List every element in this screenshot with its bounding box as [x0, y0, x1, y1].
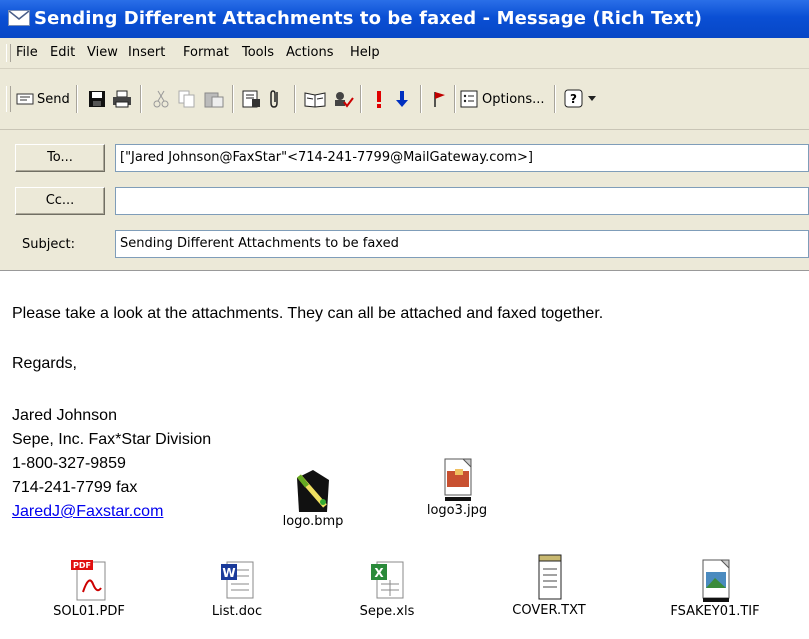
toolbar-separator	[232, 85, 234, 113]
text-icon	[538, 554, 562, 600]
exclamation-icon	[377, 91, 381, 108]
importance-high-button[interactable]	[375, 87, 383, 111]
scissors-icon	[153, 90, 169, 108]
excel-icon: X	[371, 561, 404, 599]
print-icon	[113, 90, 131, 108]
attachment-logo-bmp[interactable]: logo.bmp	[268, 468, 358, 529]
toolbar-separator	[294, 85, 296, 113]
word-icon: W	[221, 561, 254, 599]
signature-fax: 714-241-7799 fax	[12, 479, 138, 496]
copy-button[interactable]	[178, 87, 196, 111]
toolbar-separator	[76, 85, 78, 113]
menu-actions[interactable]: Actions	[286, 45, 334, 60]
open-book-icon	[304, 92, 326, 108]
attachment-fsakey01-tif[interactable]: FSAKEY01.TIF	[660, 558, 770, 619]
check-names-icon	[335, 92, 354, 108]
menu-edit[interactable]: Edit	[50, 45, 75, 60]
pdf-icon: PDF	[71, 560, 106, 601]
flag-icon	[434, 92, 445, 107]
toolbar-separator	[360, 85, 362, 113]
signature-email-link[interactable]: JaredJ@Faxstar.com	[12, 503, 163, 521]
to-field[interactable]: ["Jared Johnson@FaxStar"<714-241-7799@Ma…	[115, 144, 809, 172]
send-label: Send	[37, 91, 70, 107]
svg-text:W: W	[222, 566, 235, 580]
help-icon: ?	[564, 89, 583, 108]
address-book-button[interactable]	[242, 87, 262, 111]
save-button[interactable]	[88, 87, 106, 111]
attachment-name: logo3.jpg	[426, 503, 488, 518]
attachment-name: List.doc	[211, 604, 263, 619]
options-icon	[460, 90, 478, 108]
toolbar-separator	[554, 85, 556, 113]
menu-grip	[6, 44, 11, 62]
attachment-name: COVER.TXT	[512, 603, 586, 618]
envelope-icon	[8, 10, 30, 26]
menu-tools[interactable]: Tools	[242, 45, 274, 60]
paint-icon	[297, 470, 329, 512]
svg-text:X: X	[374, 566, 384, 580]
subject-label: Subject:	[22, 237, 75, 252]
down-arrow-icon	[396, 91, 408, 107]
paste-icon	[204, 92, 224, 108]
help-button[interactable]: ?	[564, 87, 596, 111]
svg-text:?: ?	[570, 92, 577, 106]
toolbar: Send Options... ?	[0, 69, 809, 130]
menu-format[interactable]: Format	[183, 45, 229, 60]
signature-phone: 1-800-327-9859	[12, 455, 126, 472]
attachment-logo3-jpg[interactable]: logo3.jpg	[412, 457, 502, 518]
title-bar: Sending Different Attachments to be faxe…	[0, 0, 809, 38]
attachment-sepe-xls[interactable]: X Sepe.xls	[342, 558, 432, 619]
toolbar-separator	[454, 85, 456, 113]
options-button[interactable]: Options...	[460, 87, 545, 111]
address-book-icon	[242, 90, 260, 108]
check-names-button[interactable]	[332, 87, 354, 111]
menu-bar: File Edit View Insert Format Tools Actio…	[0, 38, 809, 69]
toolbar-separator	[420, 85, 422, 113]
attachment-sol01-pdf[interactable]: PDF SOL01.PDF	[44, 558, 134, 619]
attach-button[interactable]	[268, 87, 282, 111]
attachment-name: SOL01.PDF	[53, 604, 125, 619]
cc-button[interactable]: Cc...	[15, 187, 105, 215]
signature-name: Jared Johnson	[12, 407, 117, 424]
paperclip-icon	[270, 90, 278, 108]
check-names-book-button[interactable]	[304, 87, 326, 111]
attachment-list-doc[interactable]: W List.doc	[192, 558, 282, 619]
menu-view[interactable]: View	[87, 45, 118, 60]
options-label: Options...	[482, 91, 545, 107]
signature-company: Sepe, Inc. Fax*Star Division	[12, 431, 212, 448]
image-icon	[444, 458, 472, 501]
cut-button[interactable]	[152, 87, 170, 111]
svg-text:PDF: PDF	[73, 561, 91, 570]
attachment-name: FSAKEY01.TIF	[670, 604, 760, 619]
toolbar-grip	[6, 86, 11, 112]
menu-help[interactable]: Help	[350, 45, 380, 60]
save-icon	[89, 91, 105, 107]
subject-field[interactable]: Sending Different Attachments to be faxe…	[115, 230, 809, 258]
tif-icon	[702, 559, 730, 602]
attachment-cover-txt[interactable]: COVER.TXT	[504, 551, 594, 618]
paste-button[interactable]	[204, 87, 224, 111]
send-button[interactable]: Send	[16, 87, 70, 111]
message-body[interactable]: Please take a look at the attachments. T…	[0, 270, 809, 639]
attachment-name: Sepe.xls	[359, 604, 415, 619]
print-button[interactable]	[112, 87, 132, 111]
cc-field[interactable]	[115, 187, 809, 215]
to-button[interactable]: To...	[15, 144, 105, 172]
menu-file[interactable]: File	[16, 45, 38, 60]
attachment-name: logo.bmp	[282, 514, 344, 529]
flag-button[interactable]	[432, 87, 446, 111]
body-line: Please take a look at the attachments. T…	[12, 305, 604, 322]
dropdown-arrow-icon	[588, 96, 596, 101]
body-regards: Regards,	[12, 355, 77, 372]
menu-insert[interactable]: Insert	[128, 45, 165, 60]
toolbar-separator	[140, 85, 142, 113]
window-title: Sending Different Attachments to be faxe…	[34, 8, 703, 29]
copy-icon	[178, 90, 195, 108]
importance-low-button[interactable]	[396, 87, 408, 111]
message-header: To... ["Jared Johnson@FaxStar"<714-241-7…	[0, 130, 809, 270]
send-icon	[16, 93, 34, 105]
